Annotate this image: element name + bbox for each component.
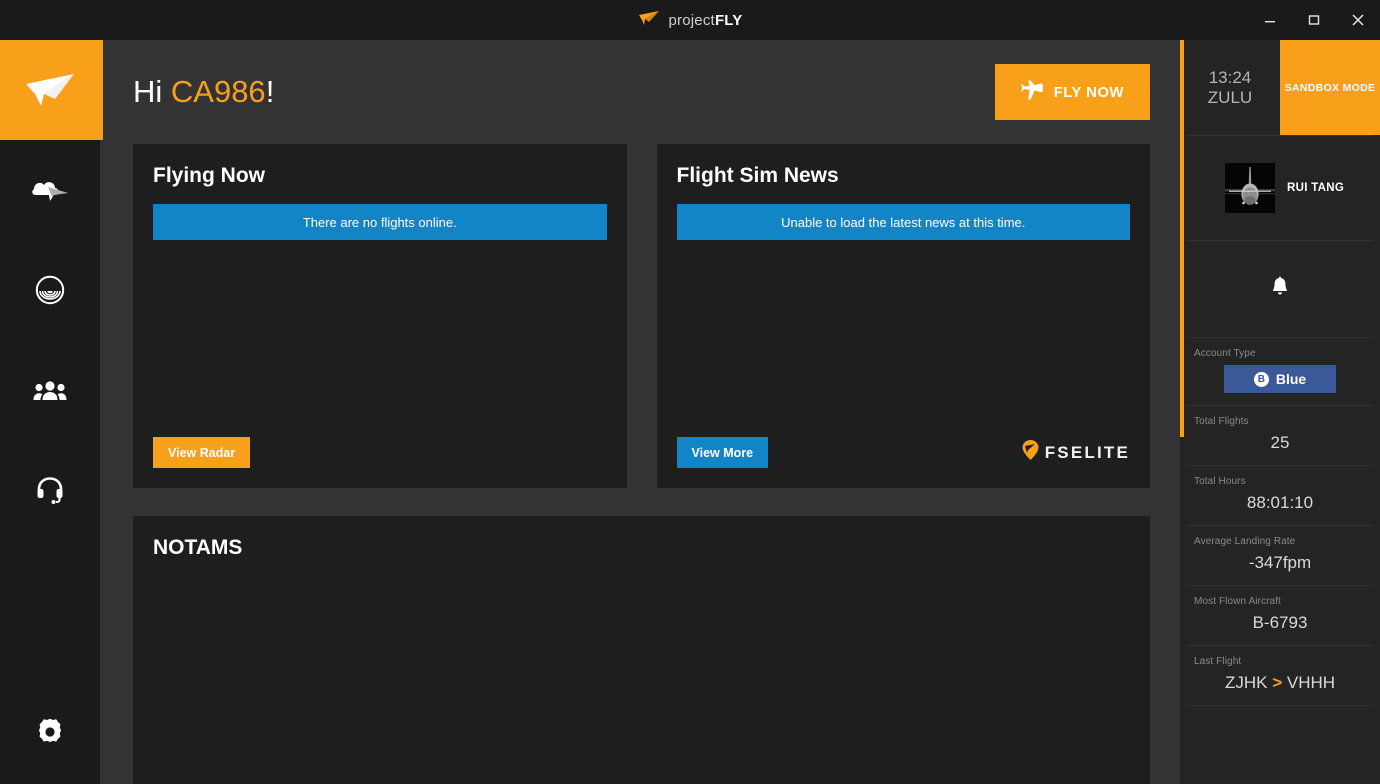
- group-people-icon: [33, 379, 67, 401]
- stat-label: Total Flights: [1194, 416, 1249, 427]
- notification-bell-icon: [1270, 275, 1290, 303]
- paper-plane-icon: [638, 10, 660, 31]
- stat-value: -347fpm: [1248, 553, 1312, 572]
- flight-sim-news-alert: Unable to load the latest news at this t…: [676, 204, 1130, 240]
- close-button[interactable]: [1336, 0, 1380, 40]
- stat-account-type: Account Type B Blue: [1180, 338, 1380, 405]
- clock-zone: ZULU: [1207, 87, 1253, 107]
- radar-icon: [35, 275, 65, 305]
- right-panel-top: 13:24 ZULU SANDBOX MODE: [1180, 40, 1380, 135]
- maximize-button[interactable]: [1292, 0, 1336, 40]
- page-title: Hi CA986!: [133, 74, 274, 110]
- fselite-pin-icon: [1021, 439, 1040, 466]
- stat-value: 88:01:10: [1246, 493, 1314, 512]
- last-flight-destination: VHHH: [1286, 673, 1336, 692]
- stat-value: B-6793: [1252, 613, 1308, 632]
- account-type-badge[interactable]: B Blue: [1224, 365, 1336, 393]
- account-type-value: Blue: [1275, 371, 1307, 387]
- sidebar-logo[interactable]: [0, 40, 100, 140]
- app-title: projectFLY: [669, 12, 743, 29]
- right-panel: 13:24 ZULU SANDBOX MODE RUI TANG Account…: [1180, 40, 1380, 784]
- flying-now-alert: There are no flights online.: [153, 204, 607, 240]
- sidebar-item-flights[interactable]: [0, 140, 100, 240]
- flight-sim-news-card: Flight Sim News Unable to load the lates…: [656, 144, 1150, 488]
- app-title-bold: FLY: [714, 11, 743, 29]
- notifications-button[interactable]: [1180, 241, 1380, 337]
- stat-value: 25: [1270, 433, 1290, 452]
- route-separator-icon: >: [1272, 673, 1283, 692]
- blue-b-icon: B: [1253, 371, 1269, 387]
- greeting-row: Hi CA986! FLY NOW: [133, 40, 1150, 144]
- right-panel-scrollbar[interactable]: [1180, 40, 1184, 437]
- user-profile[interactable]: RUI TANG: [1180, 136, 1380, 240]
- headset-icon: [35, 475, 65, 505]
- stat-label: Total Hours: [1194, 476, 1246, 487]
- last-flight-origin: ZJHK: [1224, 673, 1268, 692]
- divider: [1186, 705, 1374, 706]
- app-title-light: project: [668, 11, 715, 29]
- window-controls: [1248, 0, 1380, 40]
- fselite-logo: FSELITE: [1021, 439, 1130, 466]
- stat-label: Most Flown Aircraft: [1194, 596, 1281, 607]
- fly-now-button[interactable]: FLY NOW: [994, 64, 1150, 120]
- flight-sim-news-title: Flight Sim News: [676, 164, 839, 187]
- flying-now-card: Flying Now There are no flights online. …: [133, 144, 627, 488]
- notams-card: NOTAMS: [133, 516, 1150, 784]
- sidebar-item-support[interactable]: [0, 440, 100, 540]
- airplane-icon: [1020, 80, 1043, 104]
- view-more-button[interactable]: View More: [676, 437, 769, 468]
- flying-now-footer: View Radar: [153, 437, 607, 468]
- zulu-clock: 13:24 ZULU: [1180, 40, 1280, 135]
- sidebar-item-settings[interactable]: [0, 684, 100, 784]
- stat-total-hours: Total Hours 88:01:10: [1180, 466, 1380, 525]
- cloud-plane-icon: [30, 177, 70, 203]
- dashboard-cards: Flying Now There are no flights online. …: [133, 144, 1150, 488]
- user-name: RUI TANG: [1287, 182, 1345, 194]
- stat-total-flights: Total Flights 25: [1180, 406, 1380, 465]
- flying-now-title: Flying Now: [153, 164, 265, 187]
- main-content: Hi CA986! FLY NOW Flying Now There are n…: [103, 40, 1180, 784]
- sidebar-item-community[interactable]: [0, 340, 100, 440]
- notams-title: NOTAMS: [153, 536, 243, 559]
- fly-now-label: FLY NOW: [1053, 83, 1124, 101]
- stat-most-flown-aircraft: Most Flown Aircraft B-6793: [1180, 586, 1380, 645]
- left-sidebar: [0, 40, 103, 784]
- stat-value: ZJHK > VHHH: [1180, 673, 1380, 693]
- minimize-button[interactable]: [1248, 0, 1292, 40]
- view-radar-button[interactable]: View Radar: [153, 437, 251, 468]
- stat-last-flight: Last Flight ZJHK > VHHH: [1180, 646, 1380, 705]
- flight-sim-news-footer: View More FSELITE: [676, 437, 1131, 468]
- stat-label: Last Flight: [1194, 656, 1242, 667]
- sandbox-mode-badge[interactable]: SANDBOX MODE: [1280, 40, 1380, 135]
- fselite-wordmark: FSELITE: [1044, 442, 1130, 462]
- greeting-prefix: Hi: [133, 74, 171, 109]
- sidebar-item-radar[interactable]: [0, 240, 100, 340]
- stat-average-landing-rate: Average Landing Rate -347fpm: [1180, 526, 1380, 585]
- avatar: [1225, 163, 1275, 213]
- gear-icon: [35, 717, 65, 752]
- stat-label: Account Type: [1194, 348, 1256, 359]
- greeting-username: CA986: [170, 74, 266, 109]
- title-bar: projectFLY: [0, 0, 1380, 40]
- app-brand: projectFLY: [638, 10, 743, 31]
- clock-time: 13:24: [1208, 68, 1252, 88]
- greeting-suffix: !: [265, 74, 275, 109]
- stat-label: Average Landing Rate: [1194, 536, 1296, 547]
- application-window: projectFLY Hi CA986! FLY NOW Flying Now …: [0, 0, 1380, 784]
